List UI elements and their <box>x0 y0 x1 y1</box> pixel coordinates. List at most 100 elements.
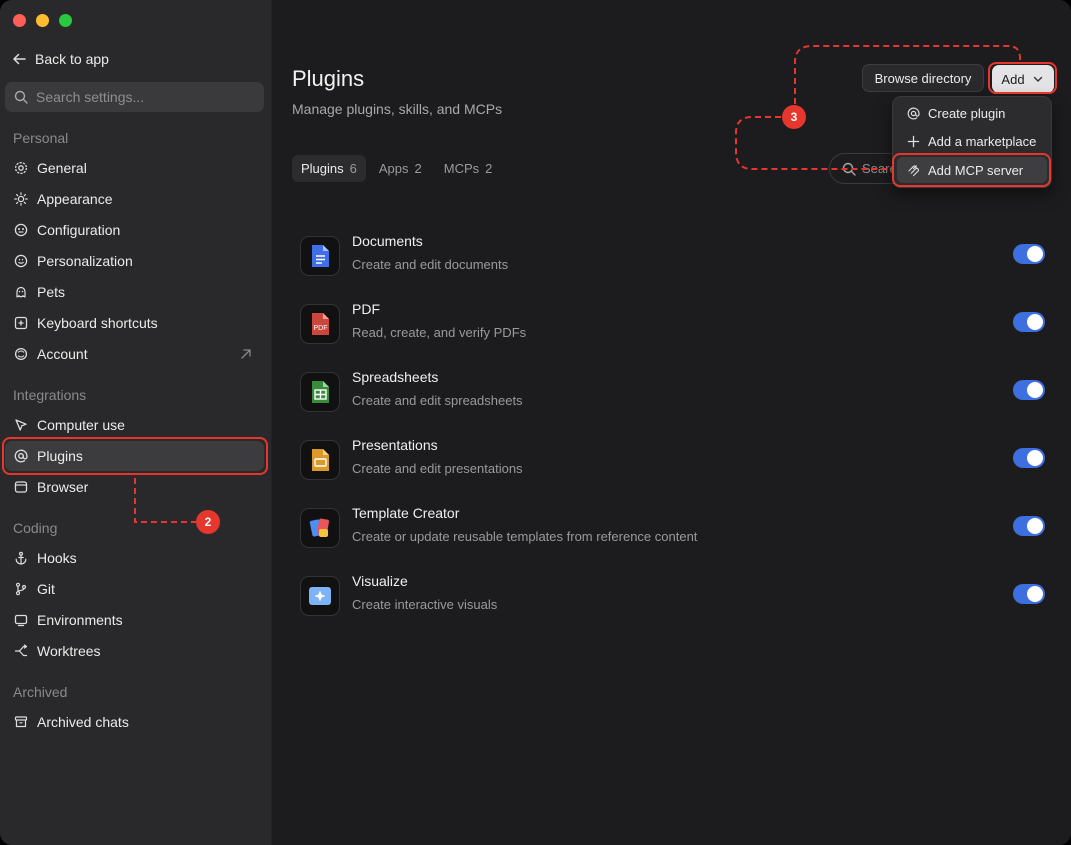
sidebar-item-personalization[interactable]: Personalization <box>5 246 264 276</box>
plugin-row-spreadsheets: Spreadsheets Create and edit spreadsheet… <box>300 369 1060 419</box>
page-title: Plugins <box>292 66 365 91</box>
plugin-name: Spreadsheets <box>352 369 439 385</box>
menu-item-create-plugin[interactable]: Create plugin <box>897 100 1047 126</box>
mcp-icon <box>906 163 920 177</box>
plugin-description: Create and edit documents <box>352 257 509 272</box>
tab-label: Apps <box>378 161 409 176</box>
sidebar-item-label: Hooks <box>37 550 77 566</box>
sidebar-item-account[interactable]: Account <box>5 339 264 369</box>
back-to-app-link[interactable]: Back to app <box>12 49 109 69</box>
settings-window: Back to app Personal General Appearance … <box>0 0 1071 845</box>
sidebar-item-configuration[interactable]: Configuration <box>5 215 264 245</box>
browse-directory-label: Browse directory <box>874 70 972 86</box>
menu-item-label: Add MCP server <box>928 162 1024 178</box>
menu-item-label: Add a marketplace <box>928 133 1037 149</box>
git-branch-icon <box>14 582 28 596</box>
tab-apps[interactable]: Apps 2 <box>370 155 431 182</box>
menu-item-add-marketplace[interactable]: Add a marketplace <box>897 128 1047 154</box>
settings-search-input[interactable] <box>36 89 236 105</box>
close-window-button[interactable] <box>13 14 26 27</box>
sidebar-item-label: Personalization <box>37 253 133 269</box>
plugin-row-visualize: Visualize Create interactive visuals <box>300 573 1060 623</box>
plugin-description: Create interactive visuals <box>352 597 498 612</box>
plugin-description: Create or update reusable templates from… <box>352 529 698 544</box>
sidebar-item-general[interactable]: General <box>5 153 264 183</box>
plugin-row-presentations: Presentations Create and edit presentati… <box>300 437 1060 487</box>
sidebar-item-git[interactable]: Git <box>5 574 264 604</box>
tab-count: 2 <box>485 161 493 176</box>
tab-count: 2 <box>414 161 422 176</box>
minimize-window-button[interactable] <box>36 14 49 27</box>
template-icon <box>300 508 340 548</box>
section-personal: Personal <box>13 130 69 146</box>
add-button[interactable]: Add <box>992 65 1054 93</box>
search-icon <box>842 162 856 176</box>
plugin-tabs: Plugins 6 Apps 2 MCPs 2 <box>292 155 501 182</box>
sidebar-item-worktrees[interactable]: Worktrees <box>5 636 264 666</box>
sidebar-item-archived-chats[interactable]: Archived chats <box>5 707 264 737</box>
add-dropdown-menu: Create plugin Add a marketplace Add MCP … <box>892 96 1052 188</box>
menu-item-label: Create plugin <box>928 105 1006 121</box>
keyboard-icon <box>14 316 28 330</box>
plugin-row-pdf: PDF PDF Read, create, and verify PDFs <box>300 301 1060 351</box>
plugin-toggle[interactable] <box>1013 380 1045 400</box>
plugin-toggle[interactable] <box>1013 584 1045 604</box>
sidebar-item-environments[interactable]: Environments <box>5 605 264 635</box>
sidebar-item-browser[interactable]: Browser <box>5 472 264 502</box>
main-content: Plugins Manage plugins, skills, and MCPs… <box>272 0 1071 845</box>
section-coding: Coding <box>13 520 58 536</box>
menu-item-add-mcp-server[interactable]: Add MCP server <box>897 157 1047 183</box>
sidebar-item-label: Plugins <box>37 448 83 464</box>
sidebar-item-computer-use[interactable]: Computer use <box>5 410 264 440</box>
presentation-icon <box>300 440 340 480</box>
sidebar-item-label: General <box>37 160 87 176</box>
plugin-name: Documents <box>352 233 423 249</box>
sidebar-item-keyboard-shortcuts[interactable]: Keyboard shortcuts <box>5 308 264 338</box>
plugin-name: Presentations <box>352 437 438 453</box>
back-to-app-label: Back to app <box>35 51 109 67</box>
sidebar-item-appearance[interactable]: Appearance <box>5 184 264 214</box>
anchor-icon <box>14 551 28 565</box>
section-integrations: Integrations <box>13 387 87 403</box>
arrow-left-icon <box>12 52 26 66</box>
tab-label: Plugins <box>301 161 344 176</box>
plugin-name: Visualize <box>352 573 408 589</box>
plugin-toggle[interactable] <box>1013 448 1045 468</box>
visualize-icon <box>300 576 340 616</box>
plus-icon <box>906 134 920 148</box>
plugin-toggle[interactable] <box>1013 244 1045 264</box>
plugin-description: Read, create, and verify PDFs <box>352 325 527 340</box>
sidebar-item-label: Browser <box>37 479 89 495</box>
pet-icon <box>14 285 28 299</box>
tab-mcps[interactable]: MCPs 2 <box>435 155 502 182</box>
search-icon <box>14 90 28 104</box>
sidebar-item-label: Worktrees <box>37 643 101 659</box>
personalization-icon <box>14 254 28 268</box>
spreadsheet-icon <box>300 372 340 412</box>
browse-directory-button[interactable]: Browse directory <box>862 64 984 92</box>
sidebar-item-hooks[interactable]: Hooks <box>5 543 264 573</box>
tab-plugins[interactable]: Plugins 6 <box>292 155 366 182</box>
plugin-row-documents: Documents Create and edit documents <box>300 233 1060 283</box>
sidebar-item-plugins[interactable]: Plugins <box>5 441 264 471</box>
chevron-down-icon <box>1031 72 1045 86</box>
sidebar-item-label: Computer use <box>37 417 125 433</box>
plugin-row-template-creator: Template Creator Create or update reusab… <box>300 505 1060 555</box>
pdf-icon-text: PDF <box>314 325 328 332</box>
browser-icon <box>14 480 28 494</box>
plugin-toggle[interactable] <box>1013 516 1045 536</box>
account-icon <box>14 347 28 361</box>
gear-icon <box>14 161 28 175</box>
sidebar-item-label: Account <box>37 346 88 362</box>
at-sign-icon <box>14 449 28 463</box>
monitor-icon <box>14 613 28 627</box>
sidebar-item-pets[interactable]: Pets <box>5 277 264 307</box>
tab-label: MCPs <box>443 161 480 176</box>
settings-search[interactable] <box>5 82 264 112</box>
plugin-description: Create and edit spreadsheets <box>352 393 523 408</box>
plugin-toggle[interactable] <box>1013 312 1045 332</box>
sidebar: Back to app Personal General Appearance … <box>0 0 272 845</box>
plugin-name: Template Creator <box>352 505 460 521</box>
zoom-window-button[interactable] <box>59 14 72 27</box>
plugin-name: PDF <box>352 301 380 317</box>
